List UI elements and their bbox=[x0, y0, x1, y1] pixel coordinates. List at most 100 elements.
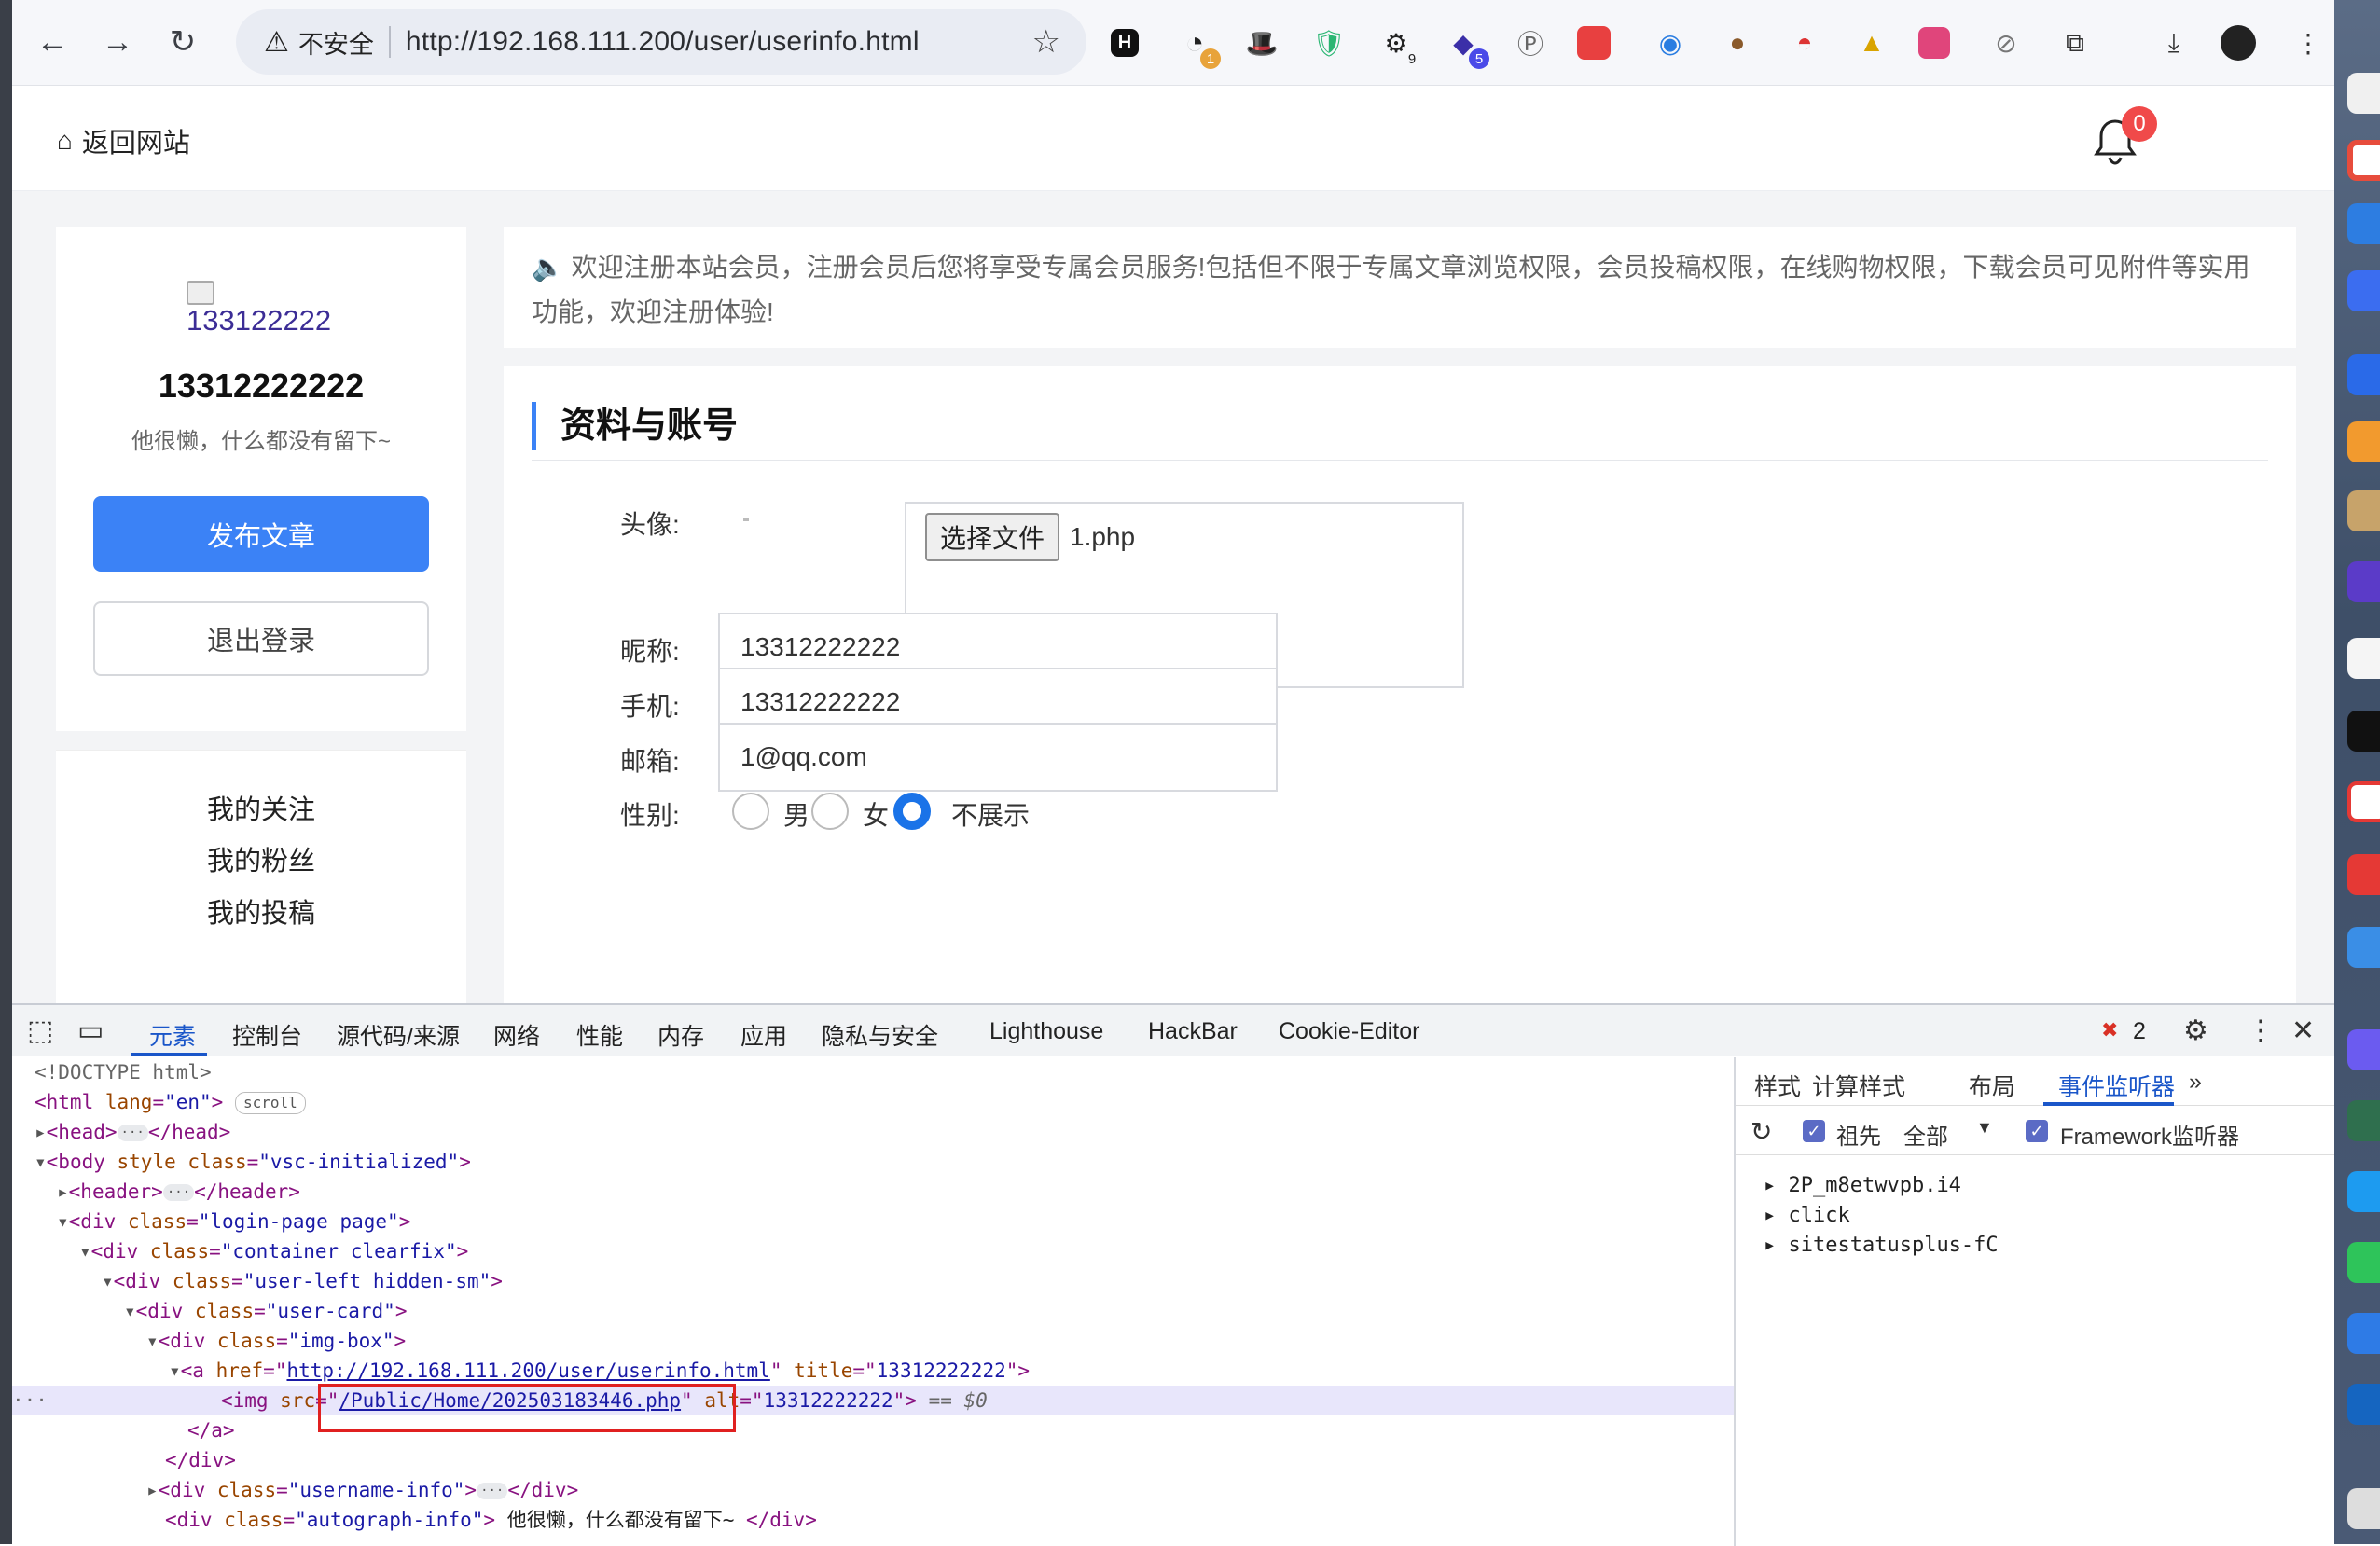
tab-computed[interactable]: 计算样式 bbox=[1812, 1069, 1905, 1102]
tab-privacy-security[interactable]: 隐私与安全 bbox=[822, 1018, 938, 1052]
framework-listeners-checkbox[interactable]: ✓ bbox=[2026, 1120, 2048, 1142]
app-icon[interactable] bbox=[2347, 561, 2380, 602]
dom-line-username-info[interactable]: ▸<div class="username-info"> ··· </div> bbox=[12, 1475, 1734, 1505]
extension-h-icon[interactable]: H bbox=[1111, 29, 1139, 57]
extension-cap-icon[interactable]: ◆ 5 bbox=[1443, 22, 1489, 69]
gender-radio-male[interactable] bbox=[732, 793, 769, 830]
dom-line-user-card[interactable]: ▾<div class="user-card"> bbox=[12, 1296, 1734, 1326]
tab-styles[interactable]: 样式 bbox=[1754, 1069, 1801, 1102]
gender-radio-female[interactable] bbox=[811, 793, 849, 830]
avatar[interactable]: 133122222 bbox=[187, 281, 373, 337]
tab-elements[interactable]: 元素 bbox=[149, 1018, 196, 1052]
app-icon[interactable] bbox=[2347, 1029, 2380, 1070]
tab-application[interactable]: 应用 bbox=[740, 1018, 787, 1052]
terminal-icon[interactable] bbox=[2347, 711, 2380, 752]
devtools-menu-icon[interactable]: ⋮ bbox=[2247, 1015, 2275, 1047]
app-icon[interactable] bbox=[2347, 1171, 2380, 1212]
settings-gear-icon[interactable]: ⚙ bbox=[2183, 1015, 2208, 1047]
tab-network[interactable]: 网络 bbox=[493, 1018, 540, 1052]
dom-line-login-page[interactable]: ▾<div class="login-page page"> bbox=[12, 1207, 1734, 1236]
address-bar[interactable]: ⚠ 不安全 http://192.168.111.200/user/userin… bbox=[236, 9, 1086, 75]
browser-icon[interactable] bbox=[2347, 203, 2380, 244]
dom-line-autograph[interactable]: <div class="autograph-info"> 他很懒，什么都没有留下… bbox=[12, 1505, 1734, 1535]
tab-hackbar[interactable]: HackBar bbox=[1148, 1018, 1238, 1045]
dom-line-anchor[interactable]: ▾<a href="http://192.168.111.200/user/us… bbox=[12, 1356, 1734, 1386]
extension-cookie-icon[interactable]: ● bbox=[1717, 22, 1758, 63]
app-icon[interactable] bbox=[2347, 490, 2380, 531]
close-devtools-icon[interactable]: ✕ bbox=[2291, 1015, 2315, 1047]
listener-item[interactable]: ▸ 2P_m8etwvpb.i4 bbox=[1764, 1174, 1961, 1197]
extension-cat-icon[interactable]: ▲ bbox=[1851, 22, 1892, 63]
app-icon[interactable] bbox=[2347, 1488, 2380, 1529]
wechat-icon[interactable] bbox=[2347, 1242, 2380, 1283]
choose-file-button[interactable]: 选择文件 bbox=[925, 513, 1060, 561]
extension-ip-icon[interactable]: Ⓟ bbox=[1510, 22, 1551, 63]
publish-article-button[interactable]: 发布文章 bbox=[93, 496, 429, 572]
tab-layout[interactable]: 布局 bbox=[1969, 1069, 2015, 1102]
scope-select[interactable]: 全部 bbox=[1903, 1118, 1948, 1151]
app-icon[interactable] bbox=[2347, 781, 2380, 822]
dom-line-div-close[interactable]: </div> bbox=[12, 1445, 1734, 1475]
extension-hat-icon[interactable]: 🎩 bbox=[1241, 22, 1282, 63]
tab-console[interactable]: 控制台 bbox=[232, 1018, 302, 1052]
dom-line-container[interactable]: ▾<div class="container clearfix"> bbox=[12, 1236, 1734, 1266]
bookmark-star-icon[interactable]: ☆ bbox=[1032, 23, 1060, 61]
ancestors-checkbox[interactable]: ✓ bbox=[1803, 1120, 1825, 1142]
browser-menu-icon[interactable]: ⋮ bbox=[2288, 22, 2329, 63]
profile-avatar-icon[interactable] bbox=[2221, 25, 2256, 61]
tab-sources[interactable]: 源代码/来源 bbox=[337, 1018, 460, 1052]
app-icon[interactable] bbox=[2347, 270, 2380, 311]
tab-lighthouse[interactable]: Lighthouse bbox=[989, 1018, 1103, 1045]
extension-shield-icon[interactable]: 🛡 bbox=[1308, 22, 1349, 63]
extension-blocked-icon[interactable]: ⊘ bbox=[1986, 22, 2027, 63]
inspect-element-icon[interactable]: ⬚ bbox=[27, 1015, 53, 1047]
dom-line-doctype[interactable]: <!DOCTYPE html> bbox=[12, 1057, 1734, 1087]
extension-red-icon[interactable] bbox=[1577, 26, 1611, 60]
app-icon[interactable] bbox=[2347, 1384, 2380, 1425]
dom-line-html[interactable]: <html lang="en"> scroll bbox=[12, 1087, 1734, 1117]
tab-performance[interactable]: 性能 bbox=[576, 1018, 623, 1052]
forward-arrow-icon[interactable]: → bbox=[96, 21, 139, 63]
tab-event-listeners[interactable]: 事件监听器 bbox=[2058, 1069, 2175, 1102]
back-arrow-icon[interactable]: ← bbox=[31, 21, 74, 63]
dom-line-anchor-close[interactable]: </a> bbox=[12, 1415, 1734, 1445]
listener-item[interactable]: ▸ click bbox=[1764, 1204, 1850, 1227]
error-icon[interactable]: ✖ bbox=[2101, 1018, 2118, 1042]
menu-item-following[interactable]: 我的关注 bbox=[56, 788, 466, 827]
dom-line-img-box[interactable]: ▾<div class="img-box"> bbox=[12, 1326, 1734, 1356]
chrome-icon[interactable] bbox=[2347, 140, 2380, 181]
extension-translate-icon[interactable] bbox=[1918, 27, 1950, 59]
url-text[interactable]: http://192.168.111.200/user/userinfo.htm… bbox=[406, 26, 920, 58]
extension-mask-icon[interactable]: ◉ bbox=[1650, 22, 1691, 63]
dom-line-head[interactable]: ▸<head> ··· </head> bbox=[12, 1117, 1734, 1147]
dom-line-img-selected[interactable]: ··· <img src="/Public/Home/202503183446.p… bbox=[12, 1386, 1734, 1415]
more-tabs-icon[interactable]: » bbox=[2189, 1069, 2202, 1096]
app-icon[interactable] bbox=[2347, 927, 2380, 968]
back-to-site-link[interactable]: ⌂ 返回网站 bbox=[57, 121, 190, 160]
insecure-label[interactable]: 不安全 bbox=[298, 24, 374, 61]
typora-icon[interactable] bbox=[2347, 638, 2380, 679]
tab-cookie-editor[interactable]: Cookie-Editor bbox=[1279, 1018, 1419, 1045]
anchor-href[interactable]: http://192.168.111.200/user/userinfo.htm… bbox=[286, 1360, 769, 1382]
dropdown-arrow-icon[interactable]: ▼ bbox=[1976, 1118, 1993, 1138]
app-icon[interactable] bbox=[2347, 1313, 2380, 1354]
dom-line-header[interactable]: ▸<header> ··· </header> bbox=[12, 1177, 1734, 1207]
dom-line-user-left[interactable]: ▾<div class="user-left hidden-sm"> bbox=[12, 1266, 1734, 1296]
app-icon[interactable] bbox=[2347, 854, 2380, 895]
extension-tool-icon[interactable]: ⚙ 9 bbox=[1376, 22, 1417, 67]
extension-pokeball-icon[interactable]: ◓ bbox=[1784, 22, 1825, 63]
dom-line-body[interactable]: ▾<body style class="vsc-initialized"> bbox=[12, 1147, 1734, 1177]
reload-icon[interactable]: ↻ bbox=[161, 21, 204, 63]
gender-radio-hidden[interactable] bbox=[893, 793, 931, 830]
app-icon[interactable] bbox=[2347, 354, 2380, 395]
app-icon[interactable] bbox=[2347, 1100, 2380, 1141]
tab-memory[interactable]: 内存 bbox=[657, 1018, 704, 1052]
download-icon[interactable]: ⤓ bbox=[2153, 22, 2194, 63]
email-input[interactable]: 1@qq.com bbox=[718, 723, 1278, 792]
extensions-puzzle-icon[interactable]: ⧉ bbox=[2055, 22, 2096, 63]
listener-item[interactable]: ▸ sitestatusplus-fC bbox=[1764, 1234, 1999, 1257]
menu-item-submissions[interactable]: 我的投稿 bbox=[56, 891, 466, 931]
app-icon[interactable] bbox=[2347, 421, 2380, 462]
refresh-icon[interactable]: ↻ bbox=[1750, 1116, 1772, 1147]
extension-circle-icon[interactable]: ◔ 1 bbox=[1174, 22, 1221, 69]
